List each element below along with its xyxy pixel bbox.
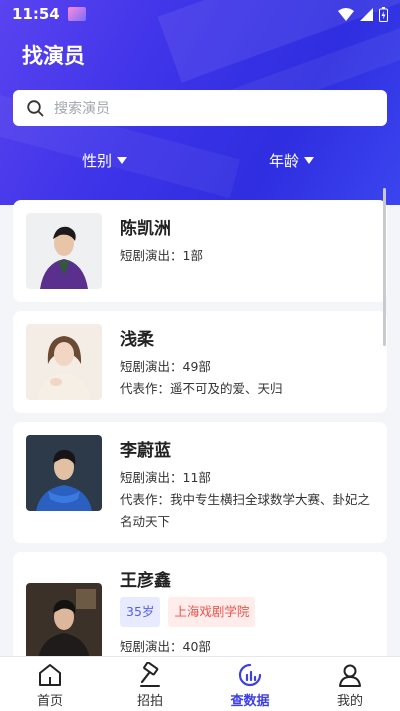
home-icon: [39, 664, 61, 686]
tab-casting[interactable]: 招拍: [100, 657, 200, 711]
tab-casting-label: 招拍: [136, 694, 163, 709]
profile-icon: [339, 664, 361, 687]
tab-data[interactable]: 查数据: [200, 657, 300, 711]
actor-name: 李蔚蓝: [120, 441, 171, 461]
page-title: 找演员: [22, 44, 85, 68]
actor-name: 浅柔: [120, 330, 154, 350]
gavel-icon: [140, 662, 160, 687]
actor-photo: [26, 583, 102, 656]
actor-card[interactable]: 王彦鑫 35岁 上海戏剧学院 短剧演出：40部: [13, 552, 387, 656]
actor-photo: [26, 435, 102, 511]
actor-works: 短剧演出：1部: [120, 248, 203, 263]
status-bar: 11:54: [0, 0, 400, 28]
search-icon: [27, 99, 44, 116]
actor-works: 短剧演出：49部: [120, 359, 211, 374]
actor-card[interactable]: 陈凯洲 短剧演出：1部: [13, 200, 387, 302]
actor-works: 短剧演出：40部: [120, 639, 211, 654]
actor-card[interactable]: 浅柔 短剧演出：49部 代表作：遥不可及的爱、天归: [13, 311, 387, 413]
search-input[interactable]: 搜索演员: [13, 90, 387, 126]
actor-representative-works: 代表作：我中专生横扫全球数学大赛、卦妃之名动天下: [120, 492, 371, 529]
signal-icon: [360, 7, 373, 21]
dropdown-arrow-icon: [304, 157, 315, 164]
status-time: 11:54: [12, 5, 60, 23]
actor-representative-works: 代表作：遥不可及的爱、天归: [120, 381, 283, 396]
age-filter-label: 年龄: [269, 152, 300, 170]
age-filter[interactable]: 年龄: [269, 150, 315, 171]
tab-data-label: 查数据: [230, 694, 270, 709]
wifi-icon: [338, 7, 354, 21]
tab-home-label: 首页: [36, 694, 63, 709]
actor-works: 短剧演出：11部: [120, 470, 211, 485]
chart-icon: [238, 663, 262, 687]
school-badge: 上海戏剧学院: [168, 597, 256, 627]
app-notification-icon: [67, 7, 86, 21]
battery-icon: [379, 6, 388, 22]
actor-card[interactable]: 李蔚蓝 短剧演出：11部 代表作：我中专生横扫全球数学大赛、卦妃之名动天下: [13, 422, 387, 543]
list-scrollbar[interactable]: [383, 188, 386, 346]
search-placeholder: 搜索演员: [54, 101, 110, 117]
bottom-tab-bar: 首页 招拍 查数据 我的: [0, 656, 400, 711]
actor-name: 王彦鑫: [120, 571, 171, 591]
gender-filter[interactable]: 性别: [82, 150, 128, 171]
tab-profile[interactable]: 我的: [300, 657, 400, 711]
tab-profile-label: 我的: [336, 694, 363, 709]
actor-name: 陈凯洲: [120, 219, 171, 239]
actor-photo: [26, 324, 102, 400]
gender-filter-label: 性别: [82, 152, 113, 170]
age-badge: 35岁: [120, 597, 161, 627]
actor-photo: [26, 213, 102, 289]
actor-list[interactable]: 陈凯洲 短剧演出：1部 浅柔 短剧演出：49部 代表作：遥不可及的爱、天归 李蔚…: [0, 200, 400, 656]
actor-tags: 35岁 上海戏剧学院: [120, 597, 376, 627]
tab-home[interactable]: 首页: [0, 657, 100, 711]
dropdown-arrow-icon: [117, 157, 128, 164]
